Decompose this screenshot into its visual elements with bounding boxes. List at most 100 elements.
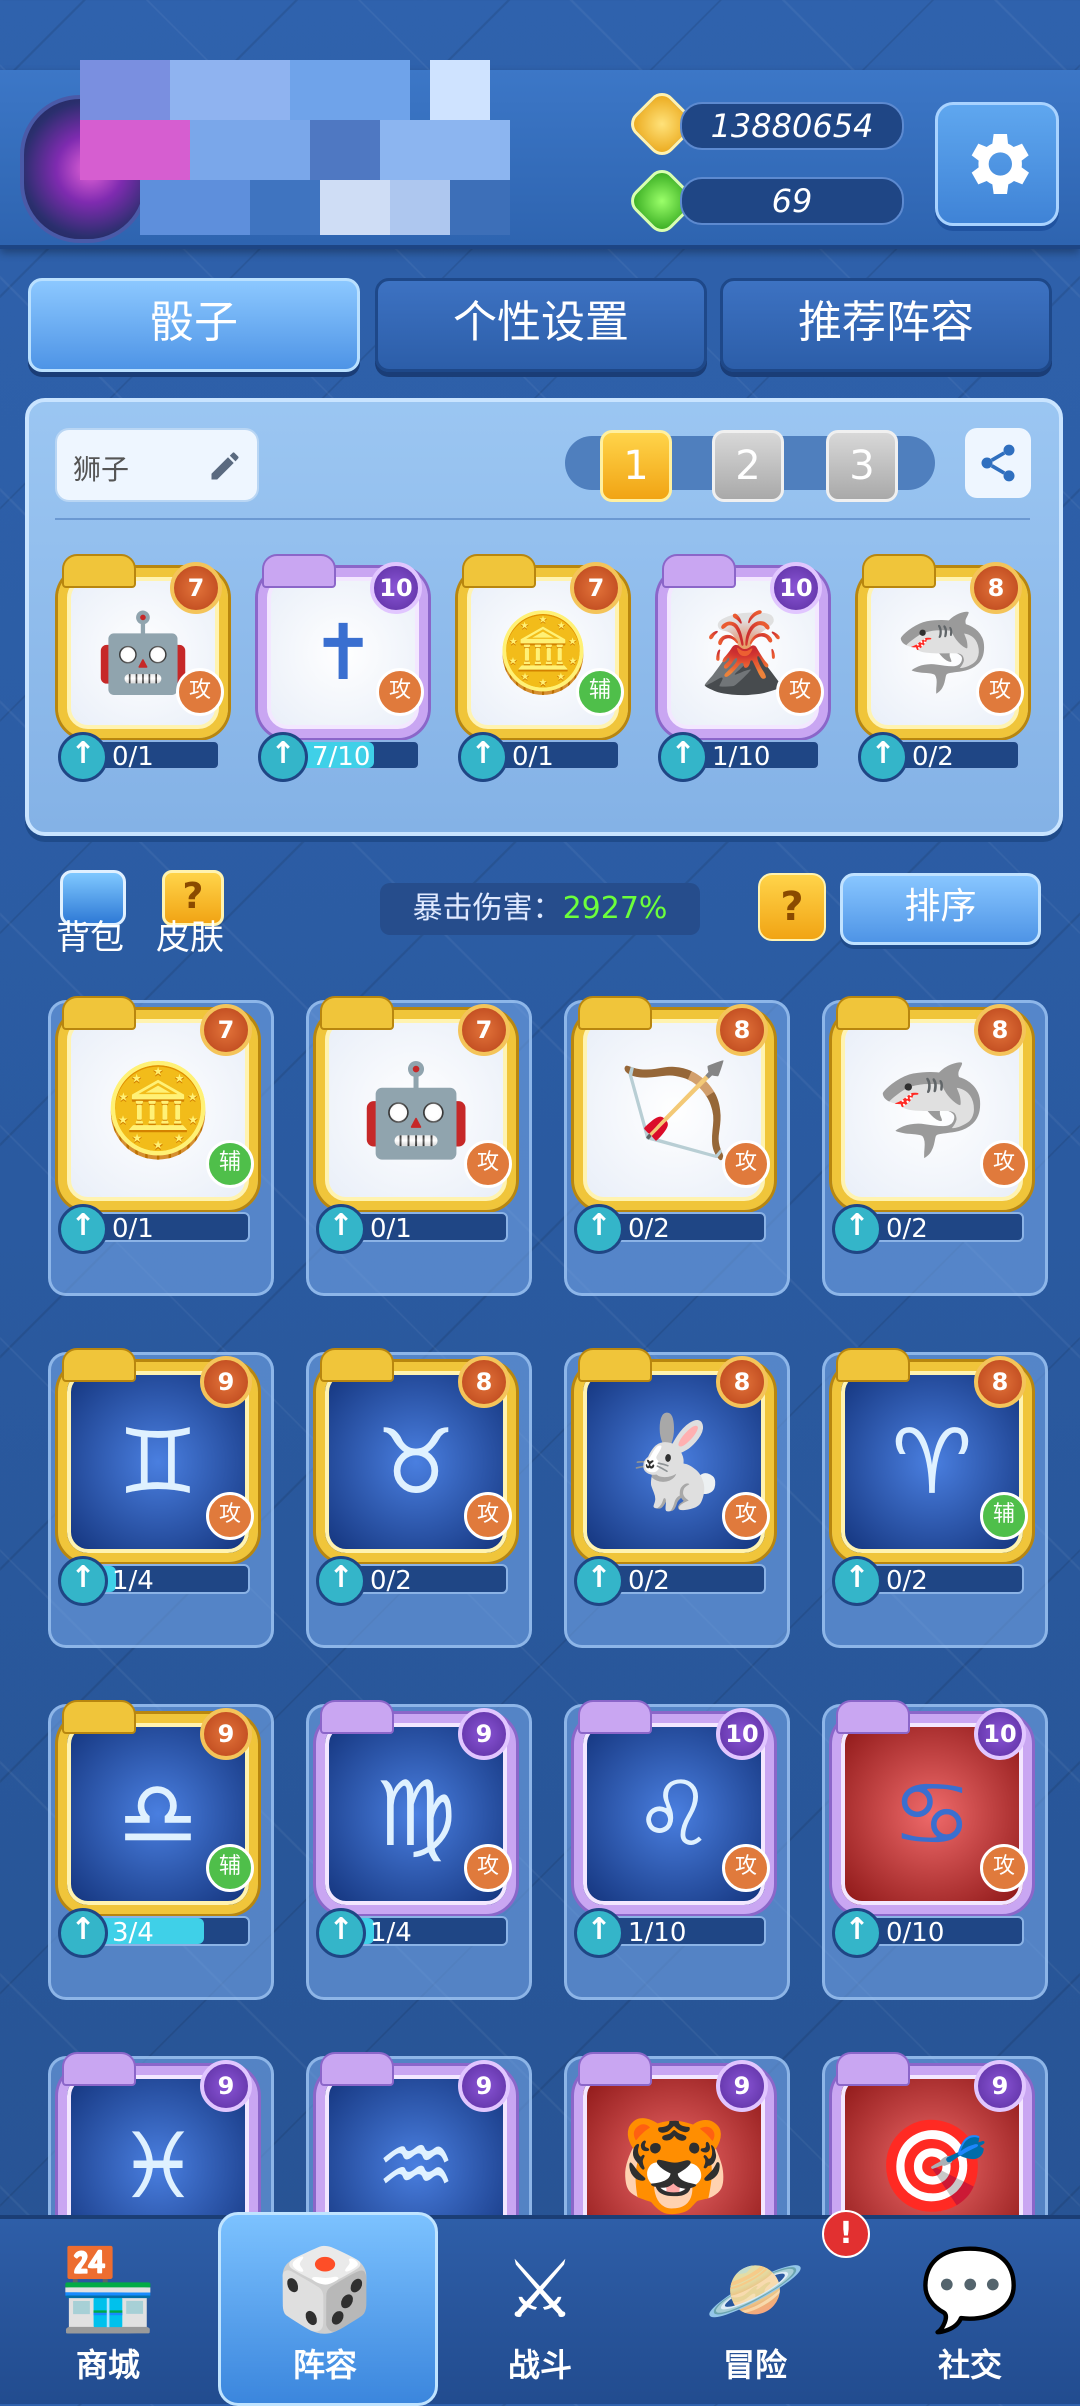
volcano-dice-card[interactable]: 🌋 10 攻 1/10 ↑	[658, 554, 828, 808]
frame-crest	[62, 554, 136, 588]
tab-dice[interactable]: 骰子	[28, 278, 360, 372]
settings-button[interactable]	[935, 102, 1059, 226]
gear-icon	[971, 134, 1029, 194]
upgrade-arrow-icon[interactable]: ↑	[858, 732, 908, 782]
upgrade-arrow-icon[interactable]: ↑	[832, 1556, 882, 1606]
level-badge: 7	[570, 562, 622, 614]
frame-crest	[836, 996, 910, 1030]
upgrade-arrow-icon[interactable]: ↑	[258, 732, 308, 782]
level-badge: 10	[974, 1708, 1026, 1760]
tab-recommended-lineup[interactable]: 推荐阵容	[720, 278, 1052, 372]
taurus-dice-card[interactable]: ♉ 8 攻 0/2 ↑	[316, 1348, 516, 1632]
edit-icon[interactable]	[207, 448, 243, 484]
swords-icon: ⚔	[504, 2243, 576, 2336]
support-type-badge: 辅	[206, 1844, 254, 1892]
shark-dice-card[interactable]: 🦈 8 攻 0/2 ↑	[832, 996, 1032, 1280]
coin-dice-card[interactable]: 🪙 7 辅 0/1 ↑	[58, 996, 258, 1280]
bag-button[interactable]: 背包	[50, 870, 130, 960]
progress-text: 0/2	[912, 742, 954, 772]
nav-item-chat[interactable]: 💬 社交	[870, 2240, 1070, 2390]
virgo-dice-card[interactable]: ♍ 9 攻 1/4 ↑	[316, 1700, 516, 1984]
level-badge: 8	[458, 1356, 510, 1408]
level-badge: 8	[716, 1356, 768, 1408]
leo-dice-card[interactable]: ♌ 10 攻 1/10 ↑	[574, 1700, 774, 1984]
upgrade-arrow-icon[interactable]: ↑	[832, 1908, 882, 1958]
upgrade-arrow-icon[interactable]: ↑	[574, 1204, 624, 1254]
frame-crest	[462, 554, 536, 588]
frame-crest	[320, 1348, 394, 1382]
upgrade-arrow-icon[interactable]: ↑	[316, 1908, 366, 1958]
rabbit-dice-card[interactable]: 🐇 8 攻 0/2 ↑	[574, 1348, 774, 1632]
deck-name-field[interactable]: 狮子	[55, 428, 259, 502]
upgrade-arrow-icon[interactable]: ↑	[58, 1908, 108, 1958]
level-badge: 8	[716, 1004, 768, 1056]
nav-item-planet[interactable]: 🪐 冒险	[655, 2240, 855, 2390]
upgrade-arrow-icon[interactable]: ↑	[316, 1556, 366, 1606]
progress-text: 0/2	[886, 1214, 928, 1244]
deck-slot-2[interactable]: 2	[712, 430, 784, 502]
upgrade-arrow-icon[interactable]: ↑	[58, 732, 108, 782]
frame-crest	[320, 1700, 394, 1734]
robot-dice-card[interactable]: 🤖 7 攻 0/1 ↑	[58, 554, 228, 808]
dice-icon: 🎲	[275, 2243, 375, 2336]
deck-slot-1[interactable]: 1	[600, 430, 672, 502]
gemini-dice-card[interactable]: ♊ 9 攻 1/4 ↑	[58, 1348, 258, 1632]
nav-label: 阵容	[292, 2346, 357, 2384]
nav-label: 战斗	[507, 2346, 572, 2384]
progress-text: 1/10	[628, 1918, 687, 1948]
level-badge: 9	[974, 2060, 1026, 2112]
level-badge: 10	[370, 562, 422, 614]
crit-damage-display: 暴击伤害：2927%	[380, 883, 700, 935]
shop-icon: 🏪	[58, 2243, 158, 2336]
adventure-notification-badge: !	[822, 2210, 870, 2258]
upgrade-arrow-icon[interactable]: ↑	[58, 1204, 108, 1254]
level-badge: 7	[170, 562, 222, 614]
attack-type-badge: 攻	[980, 1844, 1028, 1892]
upgrade-arrow-icon[interactable]: ↑	[574, 1556, 624, 1606]
deck-slot-3[interactable]: 3	[826, 430, 898, 502]
shark-dice-card[interactable]: 🦈 8 攻 0/2 ↑	[858, 554, 1028, 808]
skin-button[interactable]: ? 皮肤	[150, 870, 230, 960]
aries-dice-card[interactable]: ♈ 8 辅 0/2 ↑	[832, 1348, 1032, 1632]
bag-label: 背包	[56, 918, 124, 958]
nav-item-shop[interactable]: 🏪 商城	[8, 2240, 208, 2390]
cross-dice-card[interactable]: ✝ 10 攻 7/10 ↑	[258, 554, 428, 808]
upgrade-arrow-icon[interactable]: ↑	[316, 1204, 366, 1254]
upgrade-arrow-icon[interactable]: ↑	[458, 732, 508, 782]
progress-text: 0/2	[370, 1566, 412, 1596]
progress-text: 0/2	[628, 1214, 670, 1244]
help-button[interactable]: ?	[758, 873, 826, 941]
robot-dice-card[interactable]: 🤖 7 攻 0/1 ↑	[316, 996, 516, 1280]
deck-name: 狮子	[73, 453, 130, 486]
share-button[interactable]	[965, 428, 1031, 498]
level-badge: 7	[458, 1004, 510, 1056]
cancer-dice-card[interactable]: ♋ 10 攻 0/10 ↑	[832, 1700, 1032, 1984]
player-name-blurred	[80, 60, 540, 240]
tab-customization[interactable]: 个性设置	[375, 278, 707, 372]
nav-item-dice[interactable]: 🎲 阵容	[225, 2240, 425, 2390]
nav-item-swords[interactable]: ⚔ 战斗	[440, 2240, 640, 2390]
progress-text: 7/10	[312, 742, 371, 772]
level-badge: 9	[200, 1356, 252, 1408]
sort-button[interactable]: 排序	[840, 873, 1041, 945]
attack-type-badge: 攻	[722, 1844, 770, 1892]
frame-crest	[62, 996, 136, 1030]
coin-dice-card[interactable]: 🪙 7 辅 0/1 ↑	[458, 554, 628, 808]
frame-crest	[62, 1348, 136, 1382]
support-type-badge: 辅	[980, 1492, 1028, 1540]
sagittarius-dice-card[interactable]: 🏹 8 攻 0/2 ↑	[574, 996, 774, 1280]
upgrade-arrow-icon[interactable]: ↑	[658, 732, 708, 782]
attack-type-badge: 攻	[976, 668, 1024, 716]
attack-type-badge: 攻	[776, 668, 824, 716]
libra-dice-card[interactable]: ♎ 9 辅 3/4 ↑	[58, 1700, 258, 1984]
upgrade-arrow-icon[interactable]: ↑	[832, 1204, 882, 1254]
crit-value: 2927%	[562, 891, 668, 926]
upgrade-arrow-icon[interactable]: ↑	[58, 1556, 108, 1606]
upgrade-arrow-icon[interactable]: ↑	[574, 1908, 624, 1958]
progress-text: 1/4	[370, 1918, 412, 1948]
frame-crest	[836, 2052, 910, 2086]
level-badge: 9	[200, 2060, 252, 2112]
progress-text: 0/1	[370, 1214, 412, 1244]
level-badge: 9	[458, 2060, 510, 2112]
attack-type-badge: 攻	[376, 668, 424, 716]
